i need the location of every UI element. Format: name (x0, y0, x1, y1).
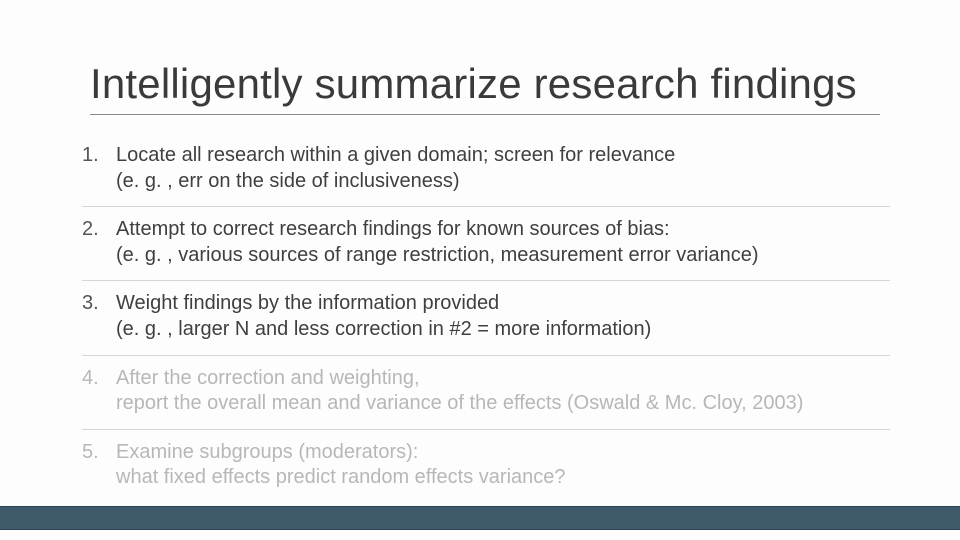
item-line2: (e. g. , err on the side of inclusivenes… (116, 169, 675, 195)
item-number: 5. (82, 440, 116, 464)
item-line1: Examine subgroups (moderators): (116, 441, 418, 463)
list-item: 2. Attempt to correct research findings … (82, 207, 890, 281)
item-line2: what fixed effects predict random effect… (116, 465, 566, 491)
item-line1: Attempt to correct research findings for… (116, 218, 670, 240)
item-line2: report the overall mean and variance of … (116, 391, 803, 417)
item-number: 4. (82, 366, 116, 390)
list-item: 1. Locate all research within a given do… (82, 133, 890, 207)
item-body: After the correction and weighting, repo… (116, 366, 803, 417)
slide: Intelligently summarize research finding… (0, 0, 960, 540)
item-body: Locate all research within a given domai… (116, 143, 675, 194)
item-body: Weight findings by the information provi… (116, 291, 651, 342)
item-number: 2. (82, 217, 116, 241)
item-line1: After the correction and weighting, (116, 367, 420, 389)
item-number: 1. (82, 143, 116, 167)
item-body: Attempt to correct research findings for… (116, 217, 758, 268)
list-item: 4. After the correction and weighting, r… (82, 356, 890, 430)
item-line1: Locate all research within a given domai… (116, 144, 675, 166)
slide-title: Intelligently summarize research finding… (90, 60, 880, 115)
list-item: 3. Weight findings by the information pr… (82, 281, 890, 355)
item-body: Examine subgroups (moderators): what fix… (116, 440, 566, 491)
item-line2: (e. g. , larger N and less correction in… (116, 317, 651, 343)
list-item: 5. Examine subgroups (moderators): what … (82, 430, 890, 503)
item-line1: Weight findings by the information provi… (116, 292, 499, 314)
footer-bar (0, 506, 960, 530)
item-line2: (e. g. , various sources of range restri… (116, 243, 758, 269)
numbered-list: 1. Locate all research within a given do… (82, 133, 890, 503)
item-number: 3. (82, 291, 116, 315)
